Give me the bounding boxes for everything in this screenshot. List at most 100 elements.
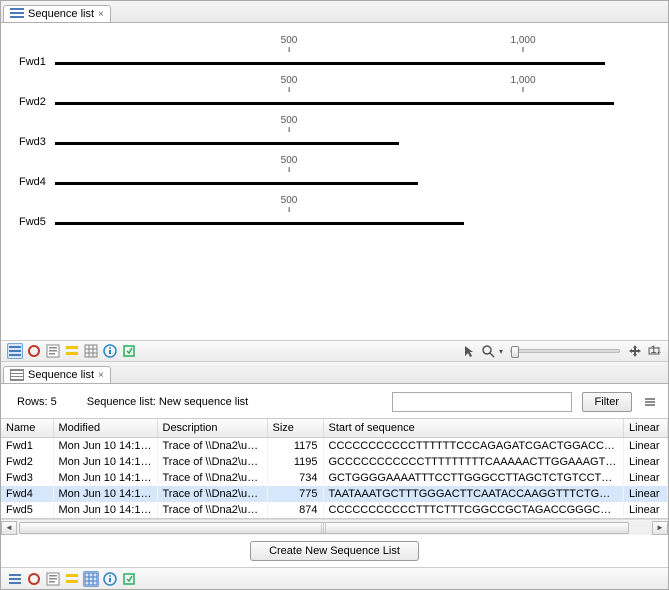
table-row[interactable]: Fwd4Mon Jun 10 14:13:...Trace of \\Dna2\… [1,486,668,502]
cell-description: Trace of \\Dna2\us... [157,438,267,455]
upper-tab-bar: Sequence list × [1,1,668,23]
pan-icon[interactable] [627,343,643,359]
table-view-icon[interactable] [83,343,99,359]
col-header-modified[interactable]: Modified [53,419,157,438]
table-row[interactable]: Fwd3Mon Jun 10 14:13:...Trace of \\Dna2\… [1,470,668,486]
tab-sequence-list[interactable]: Sequence list × [3,5,111,22]
sequence-line[interactable] [55,222,464,225]
graphical-view-icon[interactable] [7,571,23,587]
cell-linear: Linear [624,454,668,470]
create-new-sequence-list-button[interactable]: Create New Sequence List [250,541,419,561]
ruler-tick: 1,000 [511,35,536,52]
cell-linear: Linear [624,486,668,502]
circular-view-icon[interactable] [26,571,42,587]
rows-label: Rows: 5 [17,396,57,408]
cell-description: Trace of \\Dna2\us... [157,454,267,470]
cell-modified: Mon Jun 10 14:13:... [53,438,157,455]
cell-size: 775 [267,486,323,502]
cell-size: 734 [267,470,323,486]
sequence-label: Fwd2 [19,96,55,111]
annotation-view-icon[interactable] [64,571,80,587]
table-icon [10,369,24,381]
col-header-name[interactable]: Name [1,419,53,438]
close-icon[interactable]: × [98,370,104,381]
pointer-tool-icon[interactable] [461,343,477,359]
tab-sequence-list-table[interactable]: Sequence list × [3,366,111,383]
history-view-icon[interactable] [121,571,137,587]
filter-options-icon[interactable] [642,394,658,410]
scroll-left-icon[interactable]: ◄ [1,521,17,535]
table-header-row: Name Modified Description Size Start of … [1,419,668,438]
table-row[interactable]: Fwd2Mon Jun 10 14:13:...Trace of \\Dna2\… [1,454,668,470]
sequence-line[interactable] [55,62,605,65]
info-view-icon[interactable] [102,571,118,587]
zoom-dropdown-icon[interactable]: ▾ [499,347,503,356]
ruler-tick: 1,000 [511,75,536,92]
cell-description: Trace of \\Dna2\us... [157,502,267,518]
ruler-tick: 500 [281,195,298,212]
zoom-tool-icon[interactable] [480,343,496,359]
sequence-track[interactable]: 500 1,000 [55,33,650,71]
cell-linear: Linear [624,502,668,518]
zoom-slider-thumb[interactable] [511,346,519,358]
sequence-track[interactable]: 500 1,000 [55,73,650,111]
scrollbar-thumb[interactable] [19,522,629,534]
sequence-label: Fwd4 [19,176,55,191]
sequence-row: Fwd4500 [19,153,650,191]
close-icon[interactable]: × [98,9,104,20]
graphical-view-icon[interactable] [7,343,23,359]
sequence-label: Fwd1 [19,56,55,71]
filter-row: Rows: 5 Sequence list: New sequence list… [1,384,668,418]
sequence-table: Name Modified Description Size Start of … [1,418,668,519]
table-row[interactable]: Fwd5Mon Jun 10 14:13:...Trace of \\Dna2\… [1,502,668,518]
zoom-slider[interactable] [510,349,620,353]
cell-size: 874 [267,502,323,518]
tab-label: Sequence list [28,8,94,20]
tab-label: Sequence list [28,369,94,381]
col-header-size[interactable]: Size [267,419,323,438]
history-view-icon[interactable] [121,343,137,359]
sequence-track[interactable]: 500 [55,153,650,191]
text-view-icon[interactable] [45,571,61,587]
sequence-row: Fwd2 500 1,000 [19,73,650,111]
sequence-line[interactable] [55,142,399,145]
sequence-row: Fwd1 500 1,000 [19,33,650,71]
cell-name: Fwd3 [1,470,53,486]
sequence-track[interactable]: 500 [55,193,650,231]
sequence-line[interactable] [55,182,418,185]
table-view-icon[interactable] [83,571,99,587]
col-header-start[interactable]: Start of sequence [323,419,624,438]
cell-modified: Mon Jun 10 14:13:... [53,454,157,470]
ruler-tick: 500 [281,115,298,132]
viz-toolbar: ▾ 1:1 [1,340,668,362]
table-panel: Rows: 5 Sequence list: New sequence list… [1,384,668,567]
ruler-tick: 500 [281,75,298,92]
filter-button[interactable]: Filter [582,392,632,412]
scroll-right-icon[interactable]: ► [652,521,668,535]
list-name-label: Sequence list: New sequence list [87,396,248,408]
text-view-icon[interactable] [45,343,61,359]
cell-name: Fwd1 [1,438,53,455]
filter-input[interactable] [392,392,572,412]
sequence-track[interactable]: 500 [55,113,650,151]
cell-linear: Linear [624,438,668,455]
col-header-linear[interactable]: Linear [624,419,668,438]
sequence-line[interactable] [55,102,614,105]
table-row[interactable]: Fwd1Mon Jun 10 14:13:...Trace of \\Dna2\… [1,438,668,455]
cell-size: 1175 [267,438,323,455]
info-view-icon[interactable] [102,343,118,359]
circular-view-icon[interactable] [26,343,42,359]
list-icon [10,8,24,20]
annotation-view-icon[interactable] [64,343,80,359]
cell-start: TAATAAATGCTTTGGGACTTCAATACCAAGGTTTCTGGGT… [323,486,624,502]
svg-text:1:1: 1:1 [651,344,662,356]
col-header-description[interactable]: Description [157,419,267,438]
cell-name: Fwd5 [1,502,53,518]
fit-width-icon[interactable]: 1:1 [646,343,662,359]
cell-start: CCCCCCCCCCCTTTTTTCCCAGAGATCGACTGGACCCTAG… [323,438,624,455]
cell-name: Fwd4 [1,486,53,502]
ruler-tick: 500 [281,35,298,52]
cell-description: Trace of \\Dna2\us... [157,470,267,486]
horizontal-scrollbar[interactable]: ◄ ► [1,519,668,535]
sequence-label: Fwd5 [19,216,55,231]
